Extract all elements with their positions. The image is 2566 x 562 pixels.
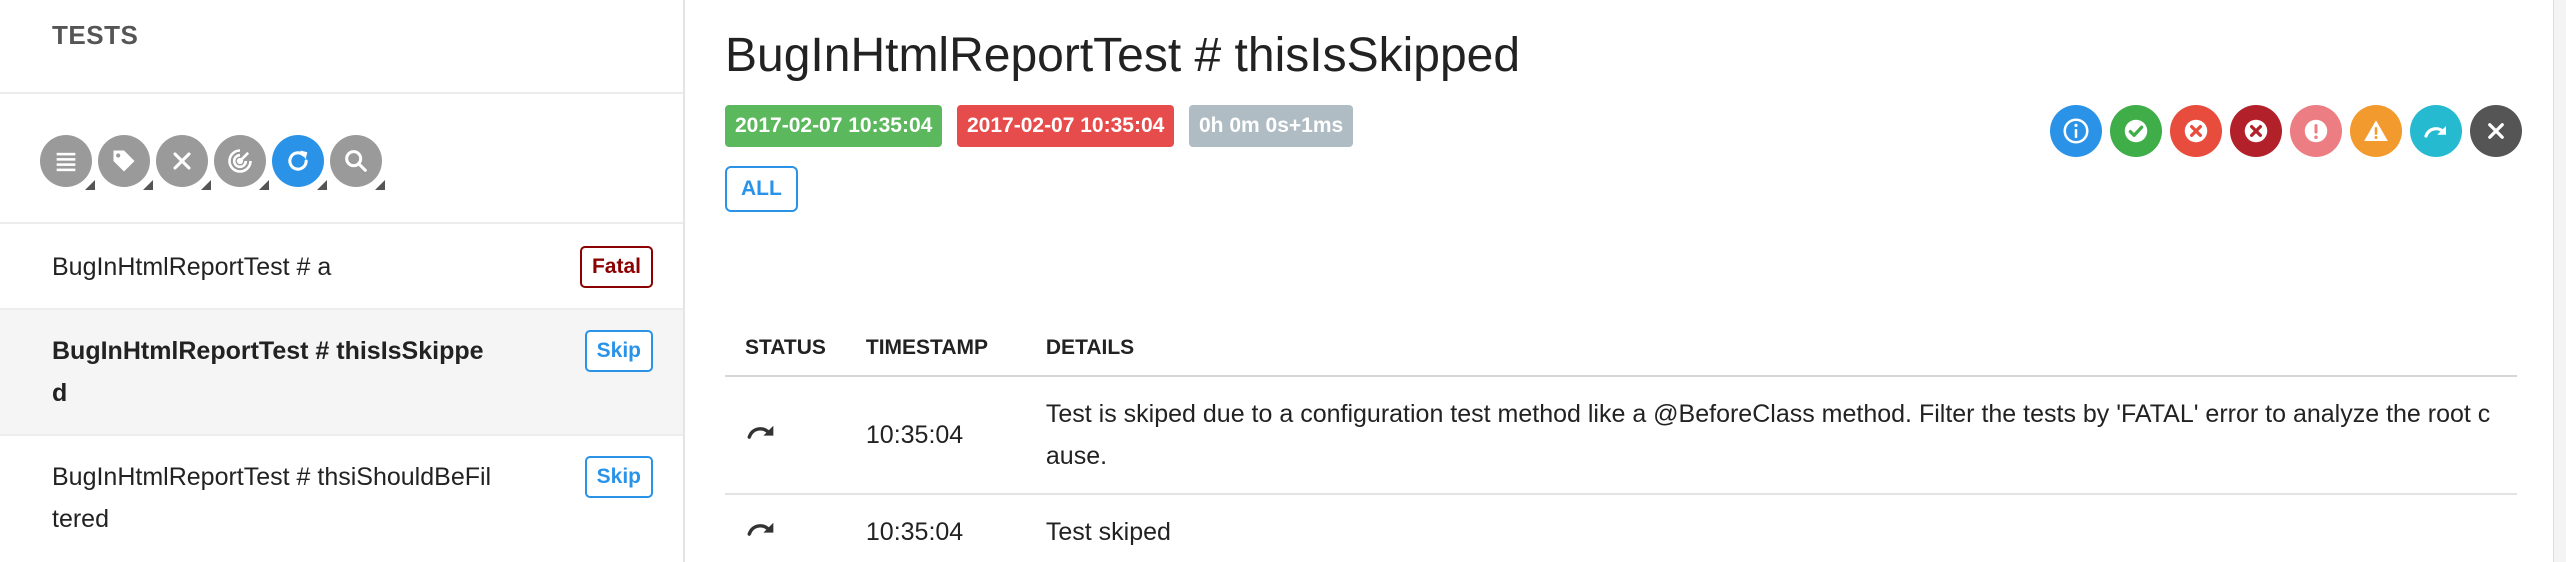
test-list-item[interactable]: BugInHtmlReportTest # thsiShouldBeFilter… xyxy=(0,436,683,562)
status-badge: Skip xyxy=(584,330,653,372)
dashboard-button[interactable] xyxy=(214,135,269,190)
list-view-button[interactable] xyxy=(40,135,95,190)
fail-filter-button[interactable] xyxy=(2170,105,2222,157)
refresh-icon xyxy=(288,150,308,171)
scrollbar-track[interactable] xyxy=(2553,0,2566,562)
skip-filter-button[interactable] xyxy=(2410,105,2462,157)
end-time-badge: 2017-02-07 10:35:04 xyxy=(957,105,1175,147)
search-button[interactable] xyxy=(330,135,385,190)
check-icon xyxy=(2124,119,2148,143)
dashboard-icon xyxy=(228,149,252,173)
close-icon xyxy=(2488,123,2504,139)
exclamation-icon xyxy=(2304,119,2328,143)
tag-filter-button[interactable] xyxy=(98,135,153,190)
start-time-badge: 2017-02-07 10:35:04 xyxy=(725,105,943,147)
close-icon xyxy=(173,152,191,170)
test-list-item-selected[interactable]: BugInHtmlReportTest # thisIsSkipped Skip xyxy=(0,310,683,436)
clear-filter-button[interactable] xyxy=(156,135,211,190)
log-timestamp: 10:35:04 xyxy=(845,376,1026,495)
status-column-header: STATUS xyxy=(725,320,846,377)
duration-badge: 0h 0m 0s+1ms xyxy=(1189,105,1354,147)
tag-icon xyxy=(113,150,135,172)
skip-arrow-icon xyxy=(747,522,774,536)
warning-filter-button[interactable] xyxy=(2350,105,2402,157)
test-list-item[interactable]: BugInHtmlReportTest # a Fatal xyxy=(0,226,683,310)
log-status-cell xyxy=(725,376,846,495)
log-details: Test is skiped due to a configuration te… xyxy=(1025,376,2517,495)
skip-arrow-icon xyxy=(2424,126,2446,138)
details-column-header: DETAILS xyxy=(1025,320,2517,377)
status-badge: Fatal xyxy=(579,246,653,288)
info-icon xyxy=(2063,118,2089,144)
test-name: BugInHtmlReportTest # thisIsSkipped xyxy=(52,337,484,407)
log-details: Test skiped xyxy=(1025,494,2517,562)
tests-header: TESTS xyxy=(0,0,683,94)
log-table: STATUS TIMESTAMP DETAILS 10:35:04 Test i… xyxy=(725,320,2517,562)
test-name: BugInHtmlReportTest # thsiShouldBeFilter… xyxy=(52,463,492,533)
list-icon xyxy=(56,152,76,172)
refresh-button[interactable] xyxy=(272,135,327,190)
error-filter-button[interactable] xyxy=(2290,105,2342,157)
pass-filter-button[interactable] xyxy=(2110,105,2162,157)
test-title: BugInHtmlReportTest # thisIsSkipped xyxy=(725,29,1521,82)
log-timestamp: 10:35:04 xyxy=(845,494,1026,562)
search-icon xyxy=(345,150,367,172)
log-header-row: STATUS TIMESTAMP DETAILS xyxy=(725,320,2517,377)
skip-arrow-icon xyxy=(747,425,774,439)
x-circle-icon xyxy=(2244,119,2268,143)
timestamp-column-header: TIMESTAMP xyxy=(845,320,1026,377)
log-status-cell xyxy=(725,494,846,562)
test-detail-panel: BugInHtmlReportTest # thisIsSkipped 2017… xyxy=(687,0,2566,562)
clear-status-filter-button[interactable] xyxy=(2470,105,2522,157)
all-filter-button[interactable]: ALL xyxy=(725,166,798,212)
fatal-filter-button[interactable] xyxy=(2230,105,2282,157)
test-name: BugInHtmlReportTest # a xyxy=(52,253,332,281)
status-badge: Skip xyxy=(584,456,653,498)
warning-icon xyxy=(2364,120,2388,141)
log-row: 10:35:04 Test skiped xyxy=(725,494,2517,562)
tests-header-label: TESTS xyxy=(52,20,139,50)
test-list-panel: TESTS BugInHtmlReportTest # a Fatal BugI… xyxy=(0,0,685,562)
x-circle-icon xyxy=(2184,119,2208,143)
info-filter-button[interactable] xyxy=(2050,105,2102,157)
log-row: 10:35:04 Test is skiped due to a configu… xyxy=(725,376,2517,495)
